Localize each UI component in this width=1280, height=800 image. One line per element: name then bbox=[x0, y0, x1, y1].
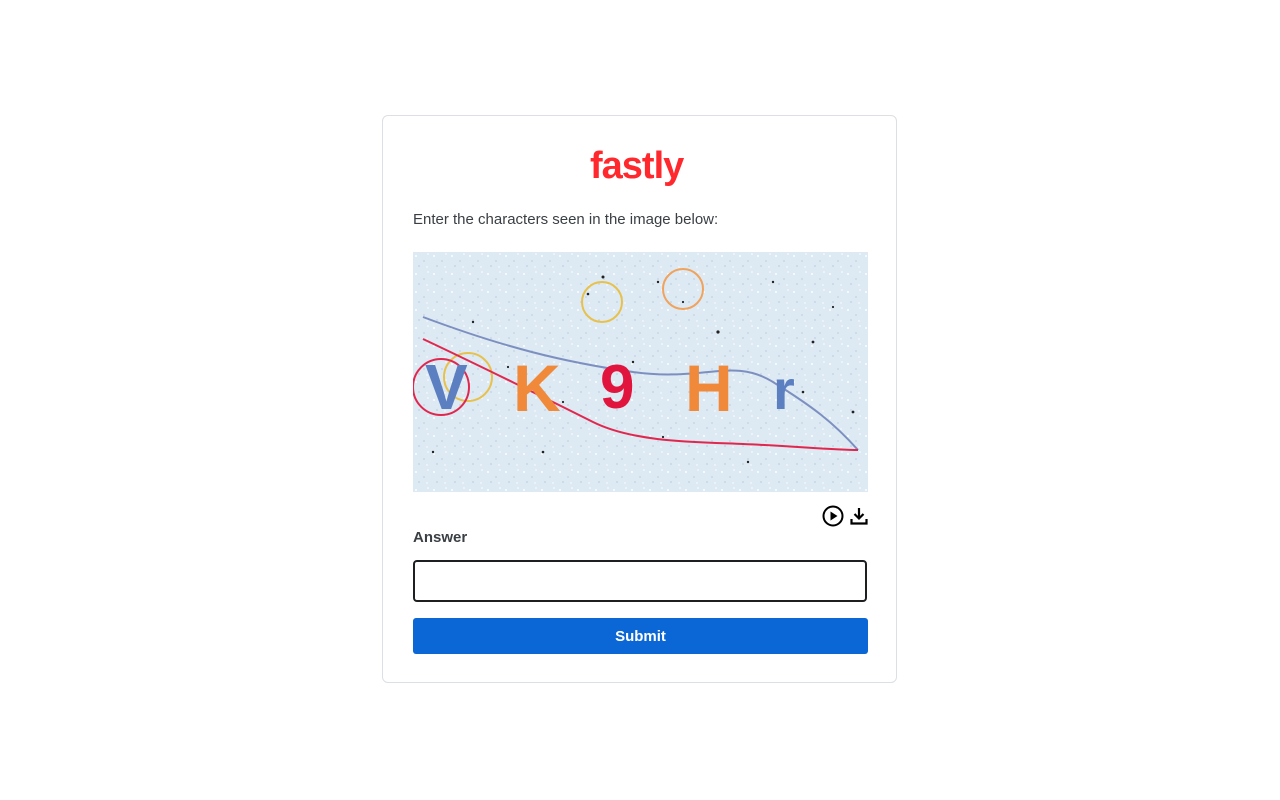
download-icon[interactable] bbox=[847, 504, 871, 528]
submit-button[interactable]: Submit bbox=[413, 618, 868, 654]
captcha-char: H bbox=[685, 351, 733, 425]
captcha-instruction: Enter the characters seen in the image b… bbox=[413, 211, 719, 228]
captcha-char: r bbox=[773, 358, 795, 421]
fastly-logo: fastly bbox=[588, 142, 694, 186]
answer-input[interactable] bbox=[413, 560, 867, 602]
captcha-char: K bbox=[513, 351, 561, 425]
captcha-actions bbox=[821, 504, 871, 528]
captcha-card: fastly Enter the characters seen in the … bbox=[382, 115, 897, 683]
logo-wordmark: fastly bbox=[590, 145, 684, 186]
answer-label: Answer bbox=[413, 529, 468, 546]
captcha-char: V bbox=[425, 351, 468, 423]
captcha-image: V K 9 H r bbox=[413, 252, 868, 492]
play-circle-icon[interactable] bbox=[821, 504, 845, 528]
captcha-char: 9 bbox=[600, 353, 634, 422]
